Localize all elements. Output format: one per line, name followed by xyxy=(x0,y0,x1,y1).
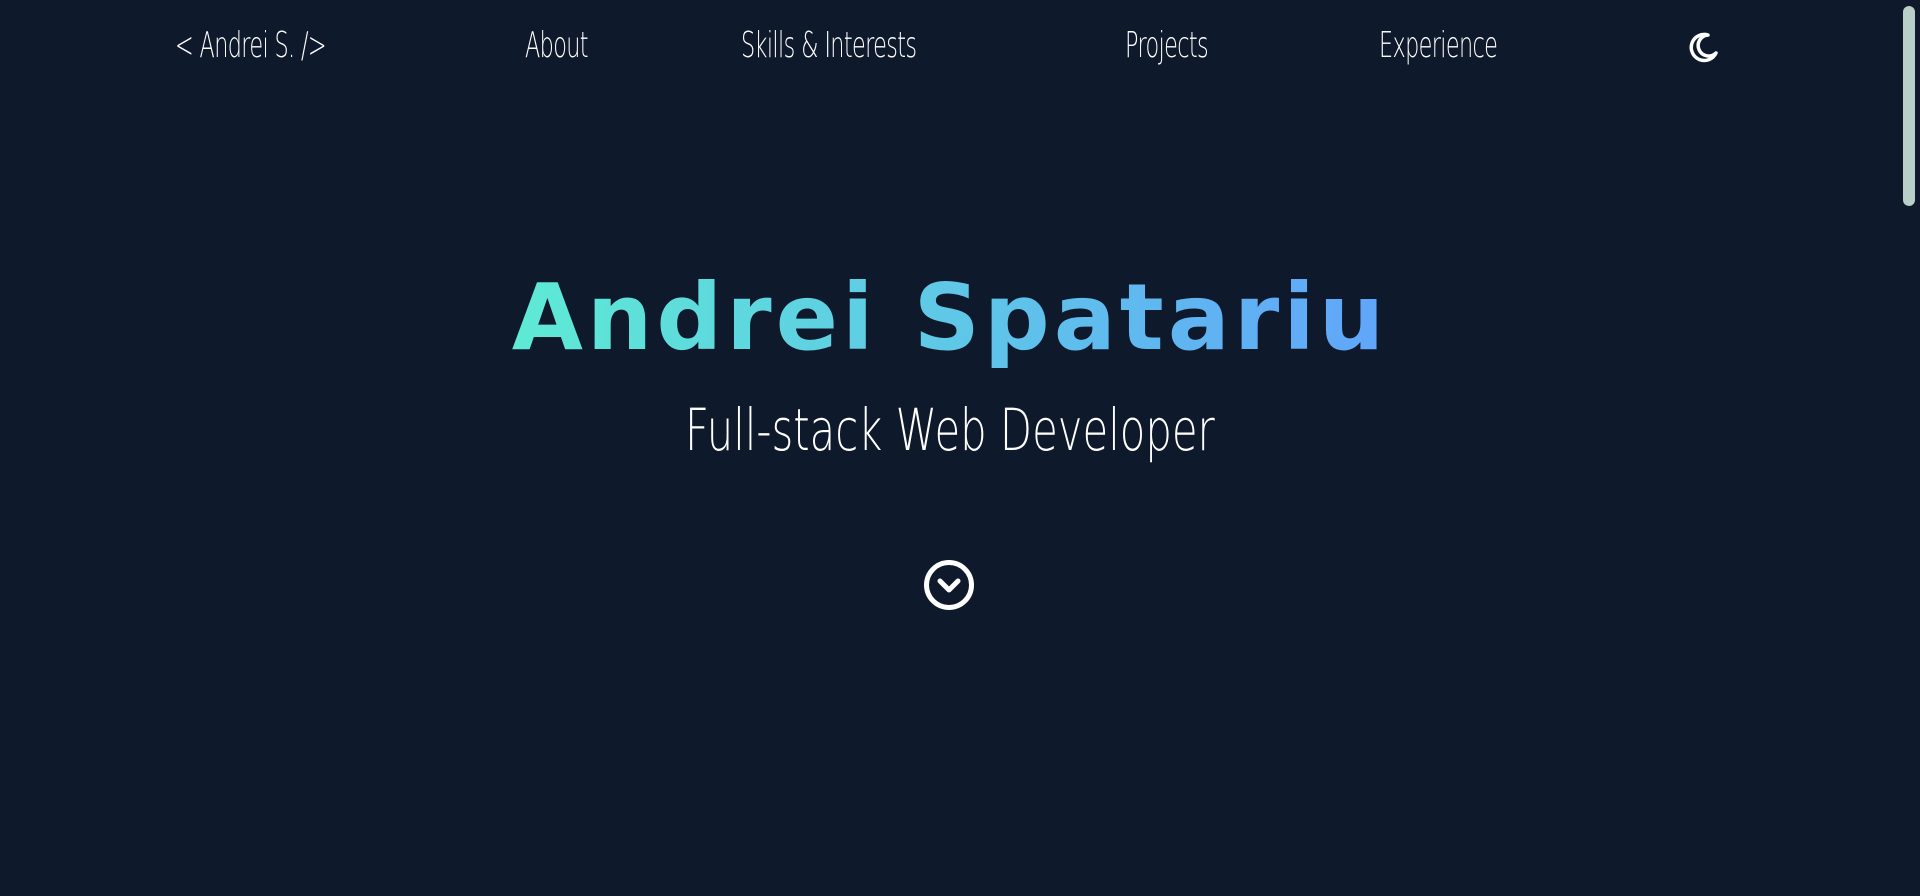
nav-link-skills-interests[interactable]: Skills & Interests xyxy=(741,24,917,68)
hero-name: Andrei Spatariu xyxy=(0,258,1900,378)
chevron-down-circle-icon xyxy=(924,560,974,610)
moon-icon xyxy=(1689,32,1718,63)
nav-logo-link[interactable]: < Andrei S. /> xyxy=(175,24,327,68)
scroll-down-button[interactable] xyxy=(923,559,975,611)
page: < Andrei S. /> About Skills & Interests … xyxy=(0,0,1900,896)
nav-link-projects[interactable]: Projects xyxy=(1125,24,1209,68)
nav-link-experience[interactable]: Experience xyxy=(1379,24,1498,68)
nav-link-about[interactable]: About xyxy=(525,24,589,68)
navbar: < Andrei S. /> About Skills & Interests … xyxy=(0,0,1900,96)
theme-toggle-button[interactable] xyxy=(1686,29,1722,65)
scrollbar-thumb[interactable] xyxy=(1903,6,1915,206)
hero-name-text: Andrei Spatariu xyxy=(511,264,1389,371)
hero-subtitle: Full-stack Web Developer xyxy=(0,395,1900,465)
hero-subtitle-text: Full-stack Web Developer xyxy=(685,396,1215,464)
